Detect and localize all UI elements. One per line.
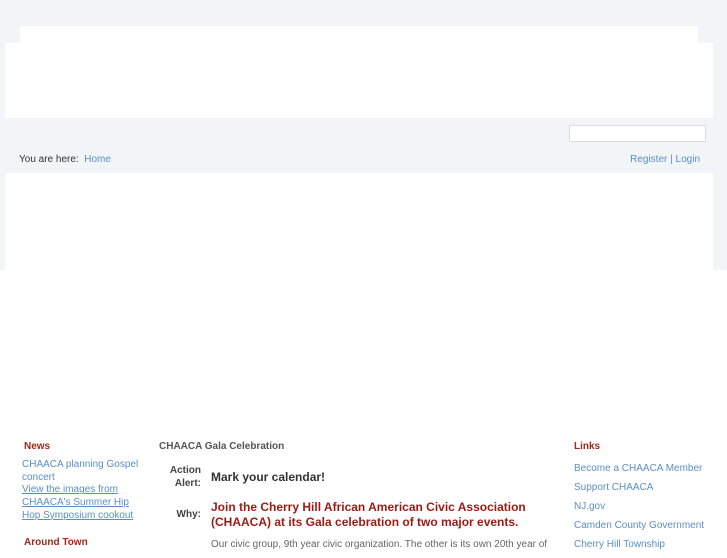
search-input[interactable] — [569, 125, 706, 142]
user-links: Register | Login — [630, 154, 700, 165]
links-list: Become a CHAACA Member Support CHAACA NJ… — [574, 463, 704, 558]
breadcrumb: You are here: Home — [19, 154, 111, 165]
why-label: Why: — [176, 509, 201, 520]
why-text: Join the Cherry Hill African American Ci… — [211, 500, 526, 529]
link-item[interactable]: Support CHAACA — [574, 482, 704, 493]
links-title: Links — [574, 441, 601, 452]
news-title: News — [24, 441, 51, 452]
link-item[interactable]: Camden County Government — [574, 520, 704, 531]
around-town-title: Around Town — [24, 537, 88, 548]
action-alert-label: Action Alert: — [169, 465, 201, 489]
article-title: CHAACA Gala Celebration — [159, 441, 285, 452]
header-banner — [5, 43, 713, 118]
breadcrumb-home-link[interactable]: Home — [84, 154, 111, 165]
news-list: CHAACA planning Gospel concert View the … — [22, 459, 147, 523]
header-banner-top — [20, 26, 698, 43]
register-link[interactable]: Register — [630, 154, 667, 165]
action-alert-text: Mark your calendar! — [211, 470, 326, 484]
separator: | — [670, 154, 673, 165]
content-banner — [5, 173, 713, 270]
news-item[interactable]: CHAACA planning Gospel concert — [22, 459, 147, 484]
login-link[interactable]: Login — [676, 154, 700, 165]
breadcrumb-label: You are here: — [19, 154, 79, 165]
news-item[interactable]: View the images from CHAACA's Summer Hip… — [22, 484, 147, 522]
link-item[interactable]: Become a CHAACA Member — [574, 463, 704, 474]
link-item[interactable]: NJ.gov — [574, 501, 704, 512]
